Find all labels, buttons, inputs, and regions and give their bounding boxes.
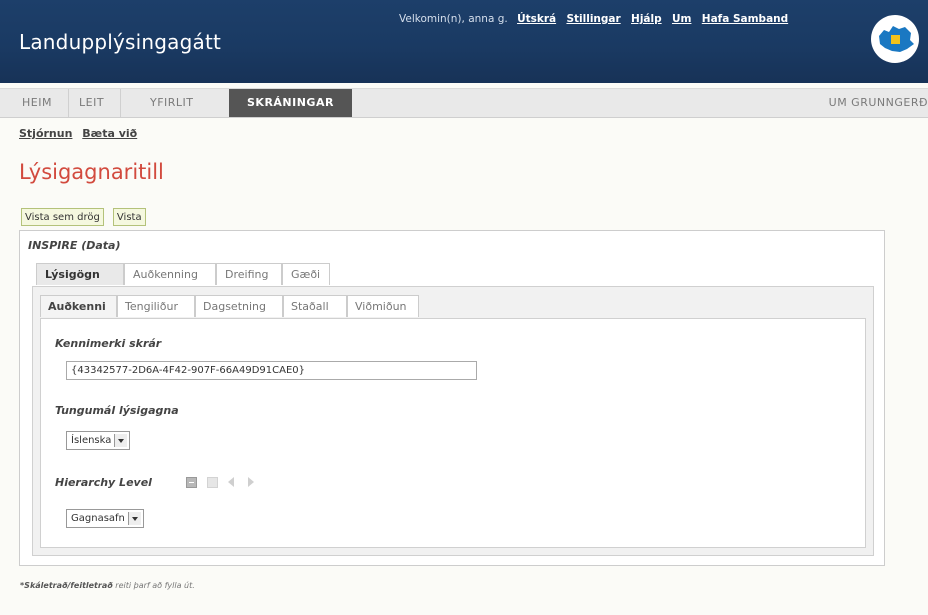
app-title[interactable]: Landupplýsingagátt <box>19 30 221 54</box>
tab-identification[interactable]: Auðkenning <box>124 263 216 285</box>
hierarchy-level-select[interactable]: Gagnasafn <box>66 509 144 528</box>
required-note-bold: *Skáletrað/feitletrað <box>20 581 113 590</box>
settings-link[interactable]: Stillingar <box>566 13 620 25</box>
nav-tab-overview[interactable]: YFIRLIT <box>150 89 194 117</box>
metadata-language-select[interactable]: Íslenska <box>66 431 131 450</box>
metadata-language-value: Íslenska <box>71 435 112 446</box>
metadata-language-label: Tungumál lýsigagna <box>55 404 179 417</box>
required-note-text: reiti þarf að fylla út. <box>112 581 195 590</box>
main-navigation: HEIM LEIT YFIRLIT SKRÁNINGAR UM GRUNNGER… <box>0 88 928 118</box>
help-link[interactable]: Hjálp <box>631 13 662 25</box>
hierarchy-level-label: Hierarchy Level <box>55 476 152 489</box>
chevron-down-icon[interactable] <box>127 512 141 525</box>
page-title: Lýsigagnaritill <box>19 160 164 184</box>
welcome-text: Velkomin(n), anna g. <box>399 13 508 25</box>
sub-navigation: Stjórnun Bæta við <box>19 127 143 140</box>
save-button[interactable]: Vista <box>112 208 146 226</box>
subtab-standard[interactable]: Staðall <box>283 295 347 317</box>
subtab-date[interactable]: Dagsetning <box>195 295 283 317</box>
hierarchy-level-value: Gagnasafn <box>71 513 125 524</box>
nav-tab-search[interactable]: LEIT <box>79 89 122 117</box>
file-id-field[interactable] <box>66 361 477 380</box>
nav-tab-home[interactable]: HEIM <box>22 89 69 117</box>
nav-tab-registrations[interactable]: SKRÁNINGAR <box>229 89 352 117</box>
action-buttons: Vista sem drög Vista <box>21 205 150 226</box>
about-link[interactable]: Um <box>672 13 691 25</box>
logout-link[interactable]: Útskrá <box>517 13 556 25</box>
subtab-contact[interactable]: Tengiliður <box>117 295 195 317</box>
move-left-icon[interactable] <box>228 477 234 487</box>
required-fields-note: *Skáletrað/feitletrað reiti þarf að fyll… <box>20 581 195 590</box>
add-icon[interactable] <box>186 477 197 488</box>
file-id-label: Kennimerki skrár <box>55 337 162 350</box>
metadata-editor-panel: INSPIRE (Data) Lýsigögn Auðkenning Dreif… <box>19 230 885 566</box>
tab-quality[interactable]: Gæði <box>282 263 330 285</box>
metadata-tab-content: Auðkenni Tengiliður Dagsetning Staðall V… <box>32 286 874 556</box>
subtab-reference[interactable]: Viðmiðun <box>347 295 419 317</box>
tab-metadata[interactable]: Lýsigögn <box>36 263 124 285</box>
admin-link[interactable]: Stjórnun <box>19 127 72 140</box>
top-navigation: Velkomin(n), anna g. Útskrá Stillingar H… <box>399 13 795 25</box>
nav-about-infrastructure[interactable]: UM GRUNNGERÐ <box>829 89 928 117</box>
remove-icon[interactable] <box>207 477 218 488</box>
site-header: Landupplýsingagátt Velkomin(n), anna g. … <box>0 0 928 83</box>
save-draft-button[interactable]: Vista sem drög <box>21 208 104 226</box>
contact-link[interactable]: Hafa Samband <box>702 13 788 25</box>
move-right-icon[interactable] <box>248 477 254 487</box>
iceland-map-logo-icon[interactable] <box>870 14 920 64</box>
chevron-down-icon[interactable] <box>114 434 128 447</box>
subtab-identifier[interactable]: Auðkenni <box>40 295 117 317</box>
identifier-form: Kennimerki skrár Tungumál lýsigagna Ísle… <box>40 318 866 548</box>
add-link[interactable]: Bæta við <box>82 127 137 140</box>
tab-distribution[interactable]: Dreifing <box>216 263 282 285</box>
editor-title: INSPIRE (Data) <box>28 239 121 252</box>
